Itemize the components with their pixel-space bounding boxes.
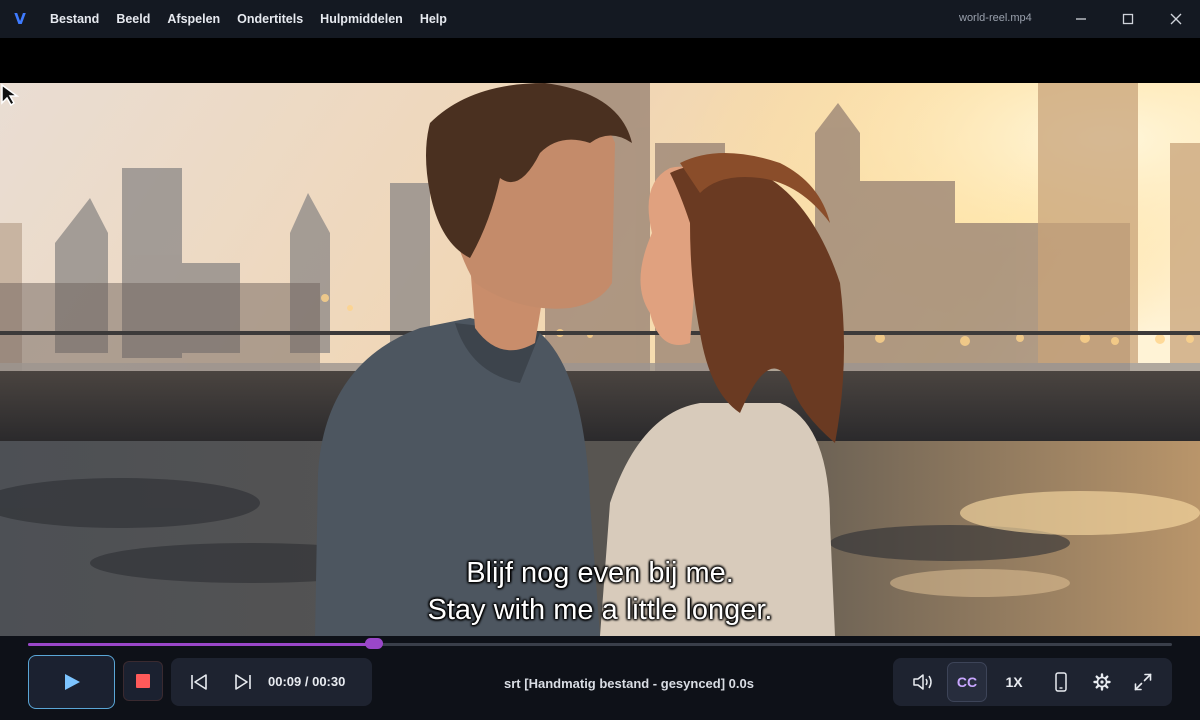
subtitle-line-2: Stay with me a little longer. [427, 594, 773, 626]
options-group: CC 1X [893, 658, 1172, 706]
menu-hulpmiddelen[interactable]: Hulpmiddelen [320, 12, 403, 26]
close-icon [1170, 13, 1182, 25]
maximize-button[interactable] [1110, 0, 1146, 38]
menu-bar: Bestand Beeld Afspelen Ondertitels Hulpm… [50, 12, 447, 26]
app-logo: V [14, 10, 26, 28]
subtitle-status: srt [Handmatig bestand - gesynced] 0.0s [504, 676, 754, 691]
mouse-cursor-icon [1, 83, 20, 107]
previous-button[interactable] [187, 671, 211, 693]
title-bar: V Bestand Beeld Afspelen Ondertitels Hul… [0, 0, 1200, 38]
letterbox-top [0, 38, 1200, 83]
play-icon [64, 674, 80, 690]
video-player-app: V Bestand Beeld Afspelen Ondertitels Hul… [0, 0, 1200, 720]
phone-icon [1055, 672, 1067, 692]
gear-icon [1093, 673, 1111, 691]
navigation-group: 00:09 / 00:30 [171, 658, 372, 706]
progress-knob[interactable] [365, 638, 384, 649]
captions-button[interactable]: CC [947, 662, 987, 702]
expand-icon [1134, 673, 1152, 691]
settings-button[interactable] [1086, 666, 1118, 698]
menu-help[interactable]: Help [420, 12, 447, 26]
subtitle-line-1: Blijf nog even bij me. [466, 557, 734, 589]
file-name: world-reel.mp4 [959, 12, 1032, 24]
menu-afspelen[interactable]: Afspelen [167, 12, 220, 26]
play-button[interactable] [28, 655, 115, 709]
volume-icon [913, 674, 932, 690]
minimize-button[interactable] [1063, 0, 1099, 38]
stop-icon [136, 674, 150, 688]
close-button[interactable] [1158, 0, 1194, 38]
skip-back-icon [191, 674, 207, 690]
player-controls: 00:09 / 00:30 srt [Handmatig bestand - g… [0, 636, 1200, 720]
progress-bar[interactable] [28, 638, 1172, 649]
fullscreen-button[interactable] [1127, 666, 1159, 698]
menu-beeld[interactable]: Beeld [116, 12, 150, 26]
volume-button[interactable] [907, 666, 939, 698]
video-scene [0, 83, 1200, 636]
progress-fill [28, 643, 372, 646]
menu-ondertitels[interactable]: Ondertitels [237, 12, 303, 26]
stop-button[interactable] [123, 661, 163, 701]
video-frame[interactable]: Blijf nog even bij me. Stay with me a li… [0, 83, 1200, 636]
maximize-icon [1122, 13, 1134, 25]
next-button[interactable] [231, 671, 255, 693]
timecode: 00:09 / 00:30 [268, 674, 346, 689]
minimize-icon [1076, 18, 1086, 20]
menu-bestand[interactable]: Bestand [50, 12, 99, 26]
mobile-view-button[interactable] [1045, 666, 1077, 698]
playback-speed-button[interactable]: 1X [997, 666, 1031, 698]
skip-forward-icon [235, 674, 251, 690]
